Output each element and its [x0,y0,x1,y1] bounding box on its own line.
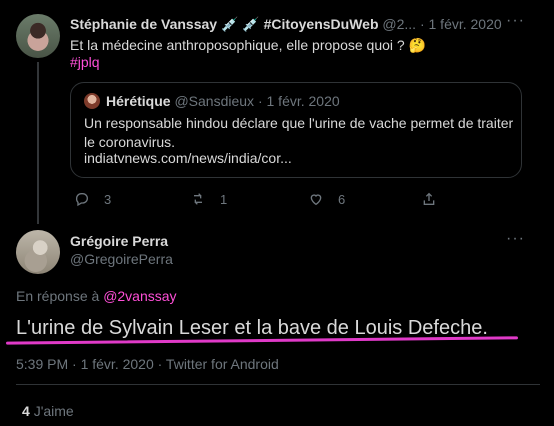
tweet1-header: Stéphanie de Vanssay 💉 💉 #CitoyensDuWeb … [70,16,530,33]
thread-connector [37,62,39,224]
syringe-emoji: 💉 💉 [220,16,260,32]
tweet1-date[interactable]: · 1 févr. 2020 [420,16,502,32]
quoted-link[interactable]: indiatvnews.com/news/india/cor... [84,150,292,166]
tweet1-more-icon[interactable]: ··· [506,12,525,30]
share-icon [423,192,435,205]
retweet-count: 1 [220,191,228,207]
like-button[interactable]: 6 [308,191,345,207]
tweet2-author-name[interactable]: Grégoire Perra [70,233,168,249]
reply-button[interactable]: 3 [74,191,111,207]
tweet1-author-tag[interactable]: #CitoyensDuWeb [264,16,379,32]
quoted-header: Hérétique @Sansdieux · 1 févr. 2020 [106,93,340,109]
retweet-button[interactable]: 1 [190,191,227,207]
avatar-stephanie[interactable] [16,14,60,58]
quoted-author-name: Hérétique [106,93,171,109]
tweet1-text: Et la médecine anthroposophique, elle pr… [70,37,427,53]
avatar-heretique [84,93,100,109]
reply-icon [75,193,88,207]
tweet1-hashtag[interactable]: #jplq [70,54,100,70]
avatar-gregoire[interactable] [16,230,60,274]
tweet2-handle[interactable]: @GregoirePerra [70,251,173,267]
share-button[interactable] [421,191,437,207]
like-count: 6 [338,191,346,207]
tweet1-author-name[interactable]: Stéphanie de Vanssay [70,16,217,32]
quoted-handle: @Sansdieux [174,93,255,109]
heart-icon [310,194,322,206]
tweet1-handle[interactable]: @2... [382,16,416,32]
quoted-date: · 1 févr. 2020 [257,93,340,109]
reply-handle-link[interactable]: @2vanssay [103,288,176,304]
likes-label: J'aime [33,403,74,419]
quoted-text: Un responsable hindou déclare que l'urin… [84,115,514,150]
divider [16,384,540,385]
tweet2-more-icon[interactable]: ··· [506,230,525,248]
reply-count: 3 [104,191,112,207]
likes-summary[interactable]: 4 J'aime [22,403,74,419]
tweet2-meta[interactable]: 5:39 PM · 1 févr. 2020 · Twitter for And… [16,356,279,372]
reply-prefix: En réponse à [16,288,100,304]
retweet-icon [194,193,202,205]
reply-context: En réponse à @2vanssay [16,288,177,304]
likes-count: 4 [22,403,30,419]
